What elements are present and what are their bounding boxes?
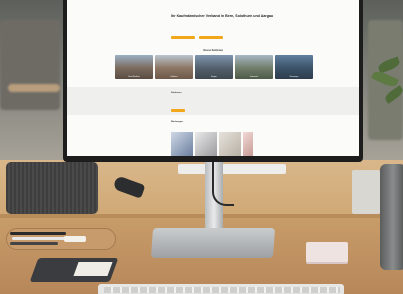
reference-image[interactable] — [219, 132, 241, 156]
reference-image[interactable] — [195, 132, 217, 156]
sections-title: Unsere Sektionen — [202, 49, 224, 52]
hero-title: Ihr Kaufmännischer Verband in Bern, Solo… — [171, 14, 274, 18]
info-band — [67, 87, 359, 115]
city-card[interactable]: Oberaargau — [275, 55, 313, 79]
background-chair — [0, 20, 60, 110]
references-title: Werbungen — [171, 121, 183, 123]
monitor-screen: Ihr Kaufmännischer Verband in Bern, Solo… — [67, 0, 359, 156]
reference-image[interactable] — [171, 132, 193, 156]
keyboard-keys — [104, 287, 340, 293]
pen — [10, 232, 66, 235]
band-button[interactable] — [171, 109, 185, 112]
city-card[interactable]: Solothurn — [155, 55, 193, 79]
city-card[interactable]: Aargau — [195, 55, 233, 79]
city-label: Oberaargau — [289, 76, 299, 78]
storage-box — [352, 170, 380, 214]
notebook-page — [73, 262, 113, 276]
eraser — [64, 236, 86, 242]
city-label: Aargau — [211, 76, 217, 78]
city-label: Solothurn — [170, 76, 178, 78]
monitor: Ihr Kaufmännischer Verband in Bern, Solo… — [63, 0, 363, 162]
office-desk-scene: Ihr Kaufmännischer Verband in Bern, Solo… — [0, 0, 403, 294]
city-label: Emmental — [250, 76, 258, 78]
monitor-stand-base — [150, 228, 276, 258]
reference-image[interactable] — [243, 132, 253, 156]
monitor-cable — [212, 162, 234, 206]
cylinder-speaker — [380, 164, 403, 270]
hero-button-secondary[interactable] — [199, 36, 223, 39]
sticky-notes — [306, 242, 348, 262]
band-title: Sektionen — [171, 92, 182, 94]
background-table — [8, 84, 60, 92]
speaker — [6, 162, 98, 214]
city-card[interactable]: Bern Mittelland — [115, 55, 153, 79]
hero-button-primary[interactable] — [171, 36, 195, 39]
city-label: Bern Mittelland — [128, 76, 140, 78]
city-card[interactable]: Emmental — [235, 55, 273, 79]
pen — [10, 242, 58, 245]
